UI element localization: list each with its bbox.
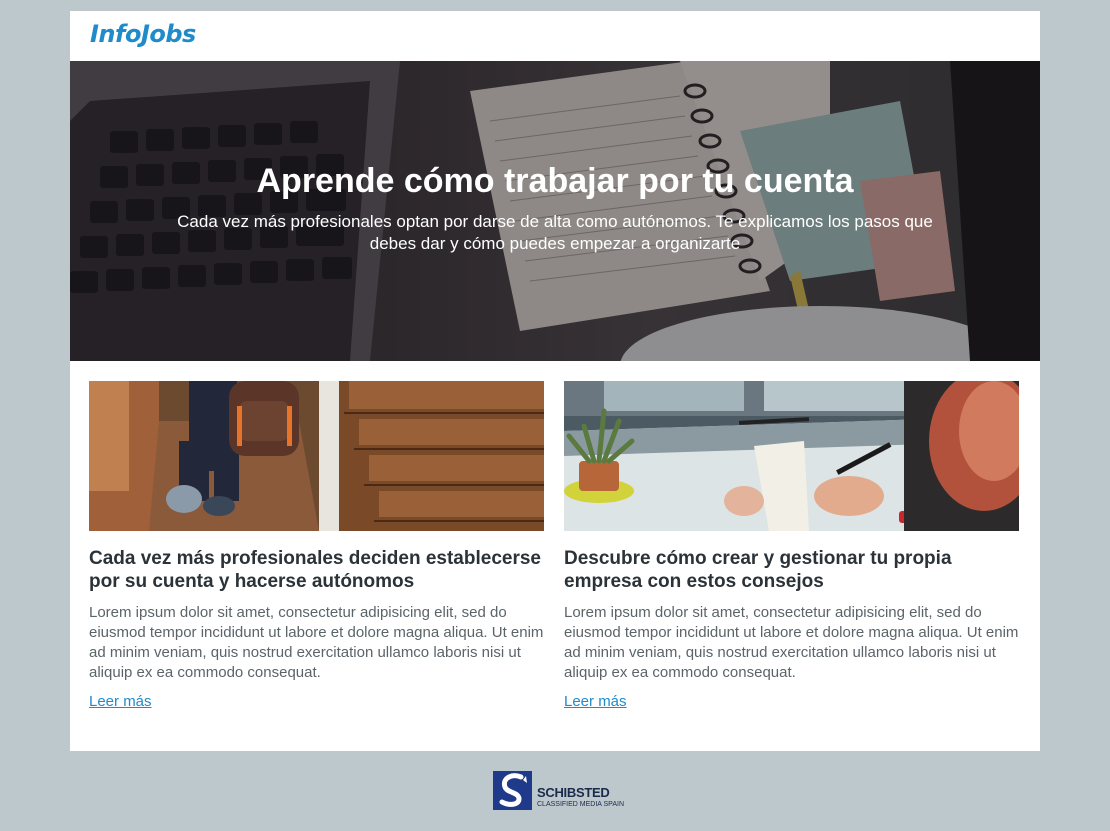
schibsted-logo[interactable]: SCHIBSTED CLASSIFIED MEDIA SPAIN: [493, 771, 625, 811]
header: InfoJobs: [70, 11, 1040, 61]
read-more-link[interactable]: Leer más: [564, 693, 627, 710]
infojobs-logo[interactable]: InfoJobs: [90, 20, 196, 48]
schibsted-tagline: CLASSIFIED MEDIA SPAIN: [537, 801, 625, 808]
article-image[interactable]: [564, 381, 1019, 531]
article-body: Lorem ipsum dolor sit amet, consectetur …: [89, 604, 544, 681]
email-card: InfoJobs Aprende cómo trabajar por tu cu…: [70, 11, 1040, 751]
article-card: Descubre cómo crear y gestionar tu propi…: [564, 381, 1019, 711]
article-image[interactable]: [89, 381, 544, 531]
schibsted-s-icon: [493, 771, 532, 810]
writing-photo: [564, 381, 1019, 531]
backpack-photo: [89, 381, 544, 531]
hero-title: Aprende cómo trabajar por tu cuenta: [256, 162, 854, 200]
article-title: Descubre cómo crear y gestionar tu propi…: [564, 548, 952, 592]
article-card: Cada vez más profesionales deciden estab…: [89, 381, 544, 711]
article-title: Cada vez más profesionales deciden estab…: [89, 548, 541, 592]
hero-subtitle: Cada vez más profesionales optan por dar…: [177, 212, 933, 253]
read-more-link[interactable]: Leer más: [89, 693, 152, 710]
hero-banner[interactable]: Aprende cómo trabajar por tu cuenta Cada…: [70, 61, 1040, 361]
schibsted-name: SCHIBSTED: [537, 785, 610, 800]
article-body: Lorem ipsum dolor sit amet, consectetur …: [564, 604, 1019, 681]
